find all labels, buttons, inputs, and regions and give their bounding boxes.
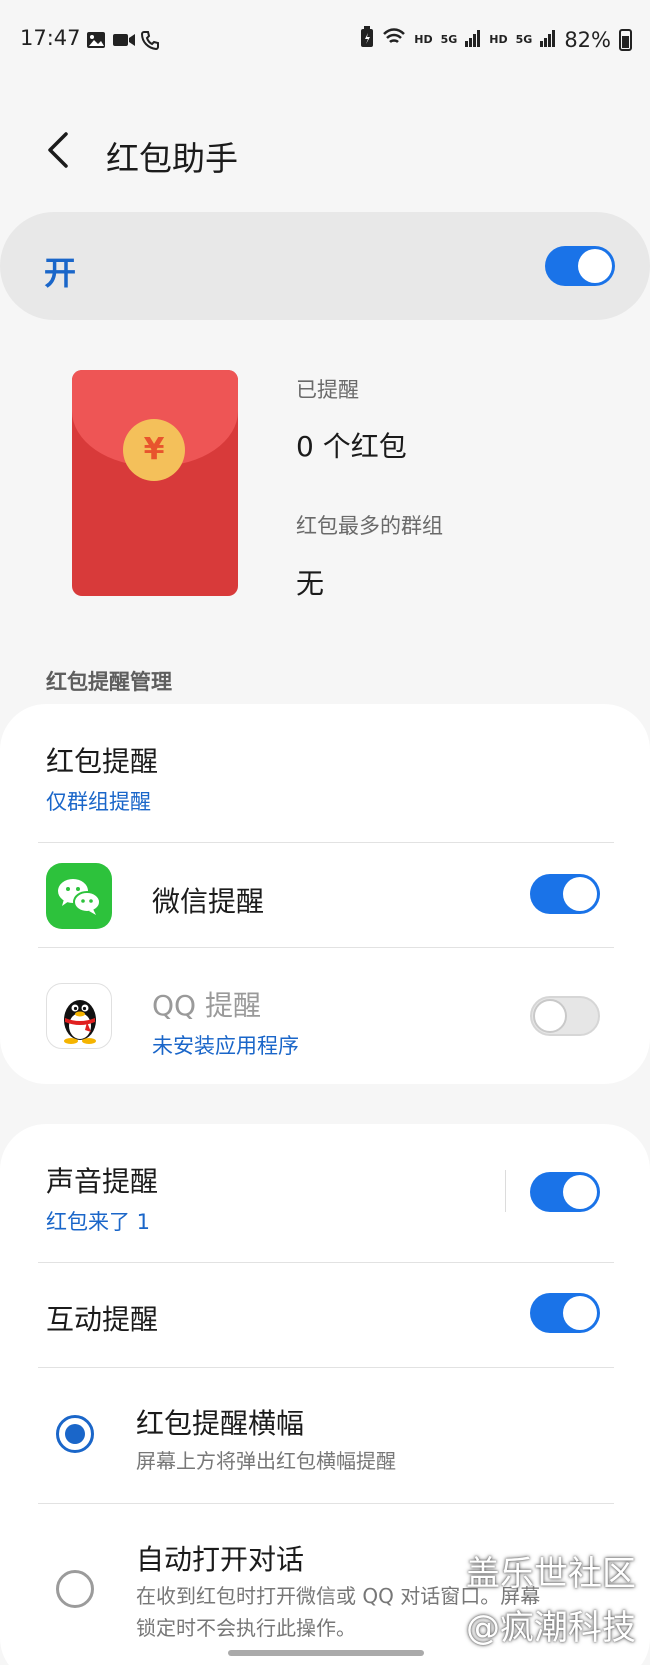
- status-time: 17:47: [20, 26, 81, 50]
- status-right: HD 5G HD 5G 82%: [360, 26, 632, 53]
- qq-icon: [46, 983, 112, 1049]
- battery-percent: 82%: [564, 27, 611, 52]
- reminder-mode-title: 红包提醒: [46, 745, 159, 778]
- divider: [38, 1503, 614, 1504]
- network-badge-1: 5G: [440, 33, 458, 46]
- hd-badge-2: HD: [489, 33, 508, 46]
- vertical-separator: [505, 1170, 506, 1212]
- interactive-reminder-label: 互动提醒: [46, 1303, 159, 1336]
- divider: [38, 1262, 614, 1263]
- toggle-knob: [533, 999, 567, 1033]
- gallery-icon: [86, 30, 106, 50]
- page-title: 红包助手: [106, 139, 238, 178]
- qq-toggle[interactable]: [530, 996, 600, 1036]
- section-title: 红包提醒管理: [46, 670, 172, 694]
- watermark-line2: @疯潮科技: [466, 1608, 636, 1648]
- qq-reminder-label: QQ 提醒: [152, 989, 261, 1022]
- phone-call-icon: [140, 30, 160, 51]
- toggle-knob: [563, 1296, 597, 1330]
- battery-icon: [619, 28, 632, 51]
- auto-open-option-label: 自动打开对话: [136, 1543, 305, 1576]
- sound-toggle[interactable]: [530, 1172, 600, 1212]
- network-badge-2: 5G: [515, 33, 533, 46]
- wechat-icon: [46, 863, 112, 929]
- home-indicator[interactable]: [228, 1650, 424, 1656]
- sound-reminder-label: 声音提醒: [46, 1165, 159, 1198]
- auto-open-radio[interactable]: [56, 1570, 94, 1608]
- toggle-knob: [563, 1175, 597, 1209]
- divider: [38, 1367, 614, 1368]
- divider: [38, 842, 614, 843]
- top-group-label: 红包最多的群组: [296, 514, 443, 538]
- signal-icon-1: [465, 28, 481, 52]
- toggle-knob: [563, 877, 597, 911]
- banner-option-label: 红包提醒横幅: [136, 1407, 305, 1440]
- interactive-toggle[interactable]: [530, 1293, 600, 1333]
- reminded-value: 0 个红包: [296, 430, 407, 463]
- chevron-left-icon: [48, 132, 68, 168]
- wechat-reminder-label: 微信提醒: [152, 885, 265, 918]
- banner-radio[interactable]: [56, 1415, 94, 1453]
- qq-reminder-sub: 未安装应用程序: [152, 1034, 299, 1058]
- top-group-value: 无: [296, 567, 325, 600]
- master-toggle[interactable]: [545, 246, 615, 286]
- toggle-knob: [578, 249, 612, 283]
- status-bar: 17:47 HD 5G HD 5G 82%: [0, 22, 650, 62]
- master-switch-label: 开: [44, 254, 77, 292]
- signal-icon-2: [540, 28, 556, 52]
- divider: [38, 947, 614, 948]
- back-button[interactable]: [42, 130, 78, 170]
- hd-badge-1: HD: [414, 33, 433, 46]
- sound-reminder-sub: 红包来了 1: [46, 1210, 151, 1234]
- wechat-toggle[interactable]: [530, 874, 600, 914]
- reminded-label: 已提醒: [296, 378, 359, 402]
- reminder-mode-sub: 仅群组提醒: [46, 790, 151, 814]
- coin-icon: ¥: [123, 419, 185, 481]
- video-call-icon: [112, 30, 136, 50]
- battery-saver-icon: [360, 26, 374, 53]
- watermark-line1: 盖乐世社区: [466, 1554, 636, 1594]
- auto-open-desc-line2: 锁定时不会执行此操作。: [136, 1616, 356, 1640]
- banner-option-desc: 屏幕上方将弹出红包横幅提醒: [136, 1449, 396, 1473]
- wifi-icon: [382, 27, 406, 52]
